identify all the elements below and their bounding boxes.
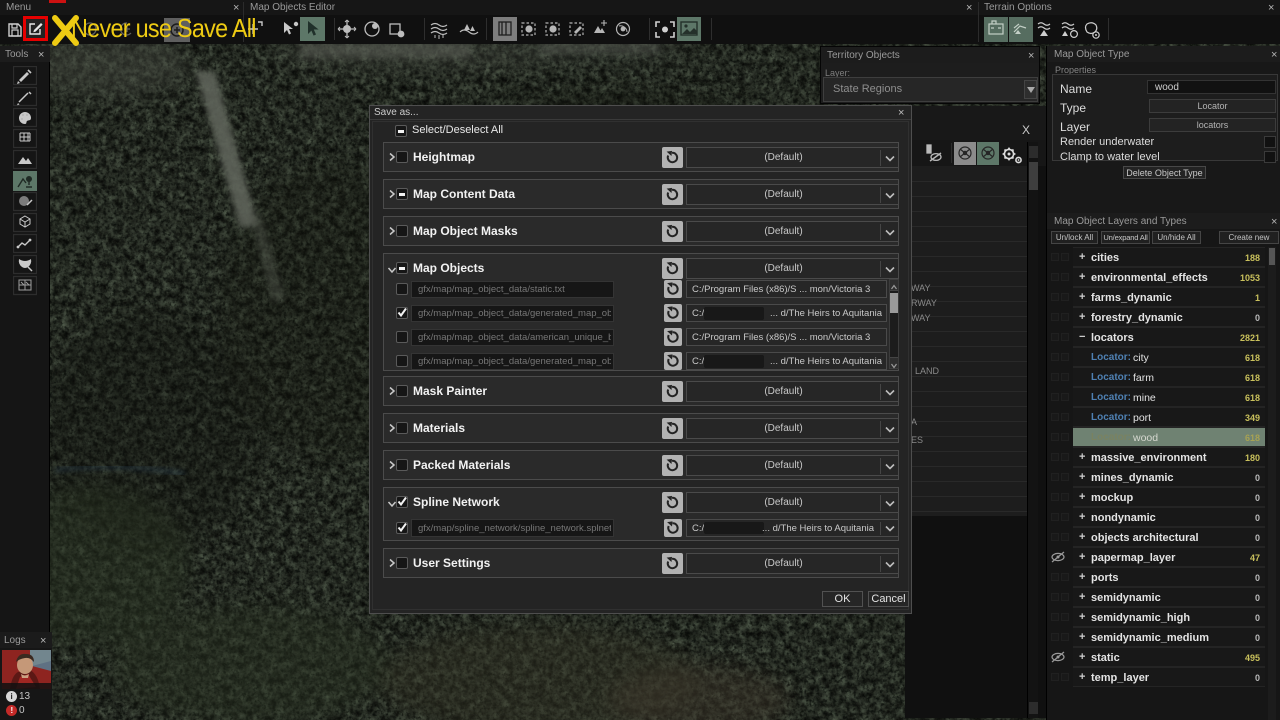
svg-text:ES: ES <box>911 435 923 445</box>
svg-text:RWAY: RWAY <box>911 298 937 308</box>
svg-text:LAND: LAND <box>915 366 940 376</box>
svg-text:WAY: WAY <box>911 313 931 323</box>
svg-text:WAY: WAY <box>911 283 931 293</box>
